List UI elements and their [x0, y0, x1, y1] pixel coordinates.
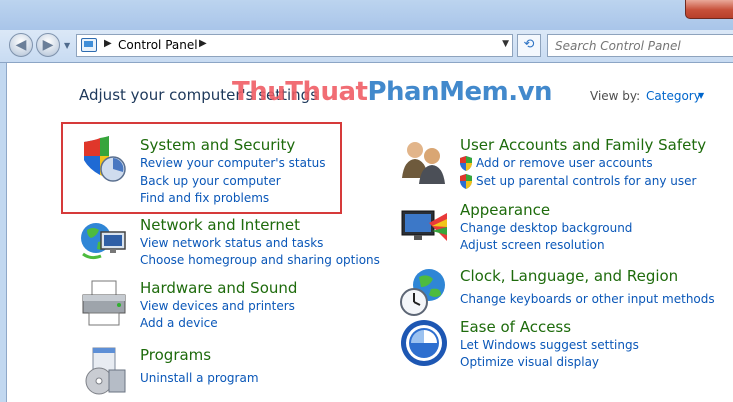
- link-view-devices-printers[interactable]: View devices and printers: [140, 299, 295, 313]
- programs-icon[interactable]: [79, 346, 129, 396]
- recent-pages-dropdown-icon[interactable]: ▼: [64, 41, 70, 50]
- address-dropdown-icon[interactable]: ▼: [502, 39, 509, 49]
- navigation-toolbar: ◀ ▶ ▼ ▶ Control Panel ▶ ▼ ⟲: [0, 30, 733, 63]
- printer-icon[interactable]: [79, 279, 129, 329]
- view-by-dropdown[interactable]: Category: [646, 89, 701, 103]
- uac-shield-icon: [460, 174, 472, 189]
- watermark-logo: ThuThuatPhanMem.vn: [232, 77, 553, 107]
- watermark-part1: ThuThuat: [232, 77, 368, 107]
- network-globe-icon[interactable]: [79, 216, 129, 266]
- close-window-button[interactable]: [685, 0, 733, 19]
- window-title-bar: [0, 0, 733, 30]
- link-parental-controls-label[interactable]: Set up parental controls for any user: [476, 174, 696, 188]
- link-add-device[interactable]: Add a device: [140, 316, 218, 330]
- refresh-button[interactable]: ⟲: [517, 34, 541, 57]
- link-homegroup-sharing[interactable]: Choose homegroup and sharing options: [140, 253, 380, 267]
- link-add-remove-accounts[interactable]: Add or remove user accounts: [459, 156, 653, 171]
- breadcrumb-control-panel[interactable]: Control Panel: [118, 38, 198, 52]
- link-windows-suggest-settings[interactable]: Let Windows suggest settings: [460, 338, 639, 352]
- forward-button[interactable]: ▶: [36, 33, 60, 57]
- category-title-programs[interactable]: Programs: [140, 346, 211, 364]
- uac-shield-icon: [460, 156, 472, 171]
- category-title-user-accounts[interactable]: User Accounts and Family Safety: [460, 136, 706, 154]
- category-title-ease-of-access[interactable]: Ease of Access: [460, 318, 571, 336]
- link-view-network-status[interactable]: View network status and tasks: [140, 236, 323, 250]
- category-title-system-security[interactable]: System and Security: [140, 136, 295, 154]
- breadcrumb-chevron-icon[interactable]: ▶: [104, 38, 112, 49]
- view-by-dropdown-icon[interactable]: ▼: [698, 91, 704, 100]
- link-optimize-visual-display[interactable]: Optimize visual display: [460, 355, 599, 369]
- link-change-background[interactable]: Change desktop background: [460, 221, 632, 235]
- link-review-status[interactable]: Review your computer's status: [140, 156, 326, 170]
- clock-globe-icon[interactable]: [399, 267, 449, 317]
- link-change-keyboards[interactable]: Change keyboards or other input methods: [460, 292, 715, 306]
- category-title-hardware-sound[interactable]: Hardware and Sound: [140, 279, 297, 297]
- link-add-remove-accounts-label[interactable]: Add or remove user accounts: [476, 156, 653, 170]
- watermark-part3: .vn: [508, 77, 553, 107]
- search-input[interactable]: [547, 34, 733, 57]
- control-panel-icon: [81, 38, 97, 52]
- view-by-label: View by:: [590, 89, 641, 103]
- link-parental-controls[interactable]: Set up parental controls for any user: [459, 174, 696, 189]
- breadcrumb-chevron-icon[interactable]: ▶: [199, 38, 207, 49]
- link-screen-resolution[interactable]: Adjust screen resolution: [460, 238, 605, 252]
- category-title-appearance[interactable]: Appearance: [460, 201, 550, 219]
- address-bar[interactable]: ▶ Control Panel ▶ ▼: [76, 34, 513, 57]
- category-title-clock-language-region[interactable]: Clock, Language, and Region: [460, 267, 678, 285]
- watermark-part2: PhanMem: [367, 77, 509, 107]
- window-left-border-line: [6, 63, 7, 402]
- back-button[interactable]: ◀: [9, 33, 33, 57]
- ease-of-access-icon[interactable]: [399, 318, 449, 368]
- category-title-network-internet[interactable]: Network and Internet: [140, 216, 300, 234]
- link-uninstall-program[interactable]: Uninstall a program: [140, 371, 259, 385]
- link-find-fix-problems[interactable]: Find and fix problems: [140, 191, 269, 205]
- appearance-icon[interactable]: [399, 201, 449, 251]
- users-icon[interactable]: [399, 136, 449, 186]
- shield-icon[interactable]: [79, 136, 129, 186]
- link-back-up[interactable]: Back up your computer: [140, 174, 281, 188]
